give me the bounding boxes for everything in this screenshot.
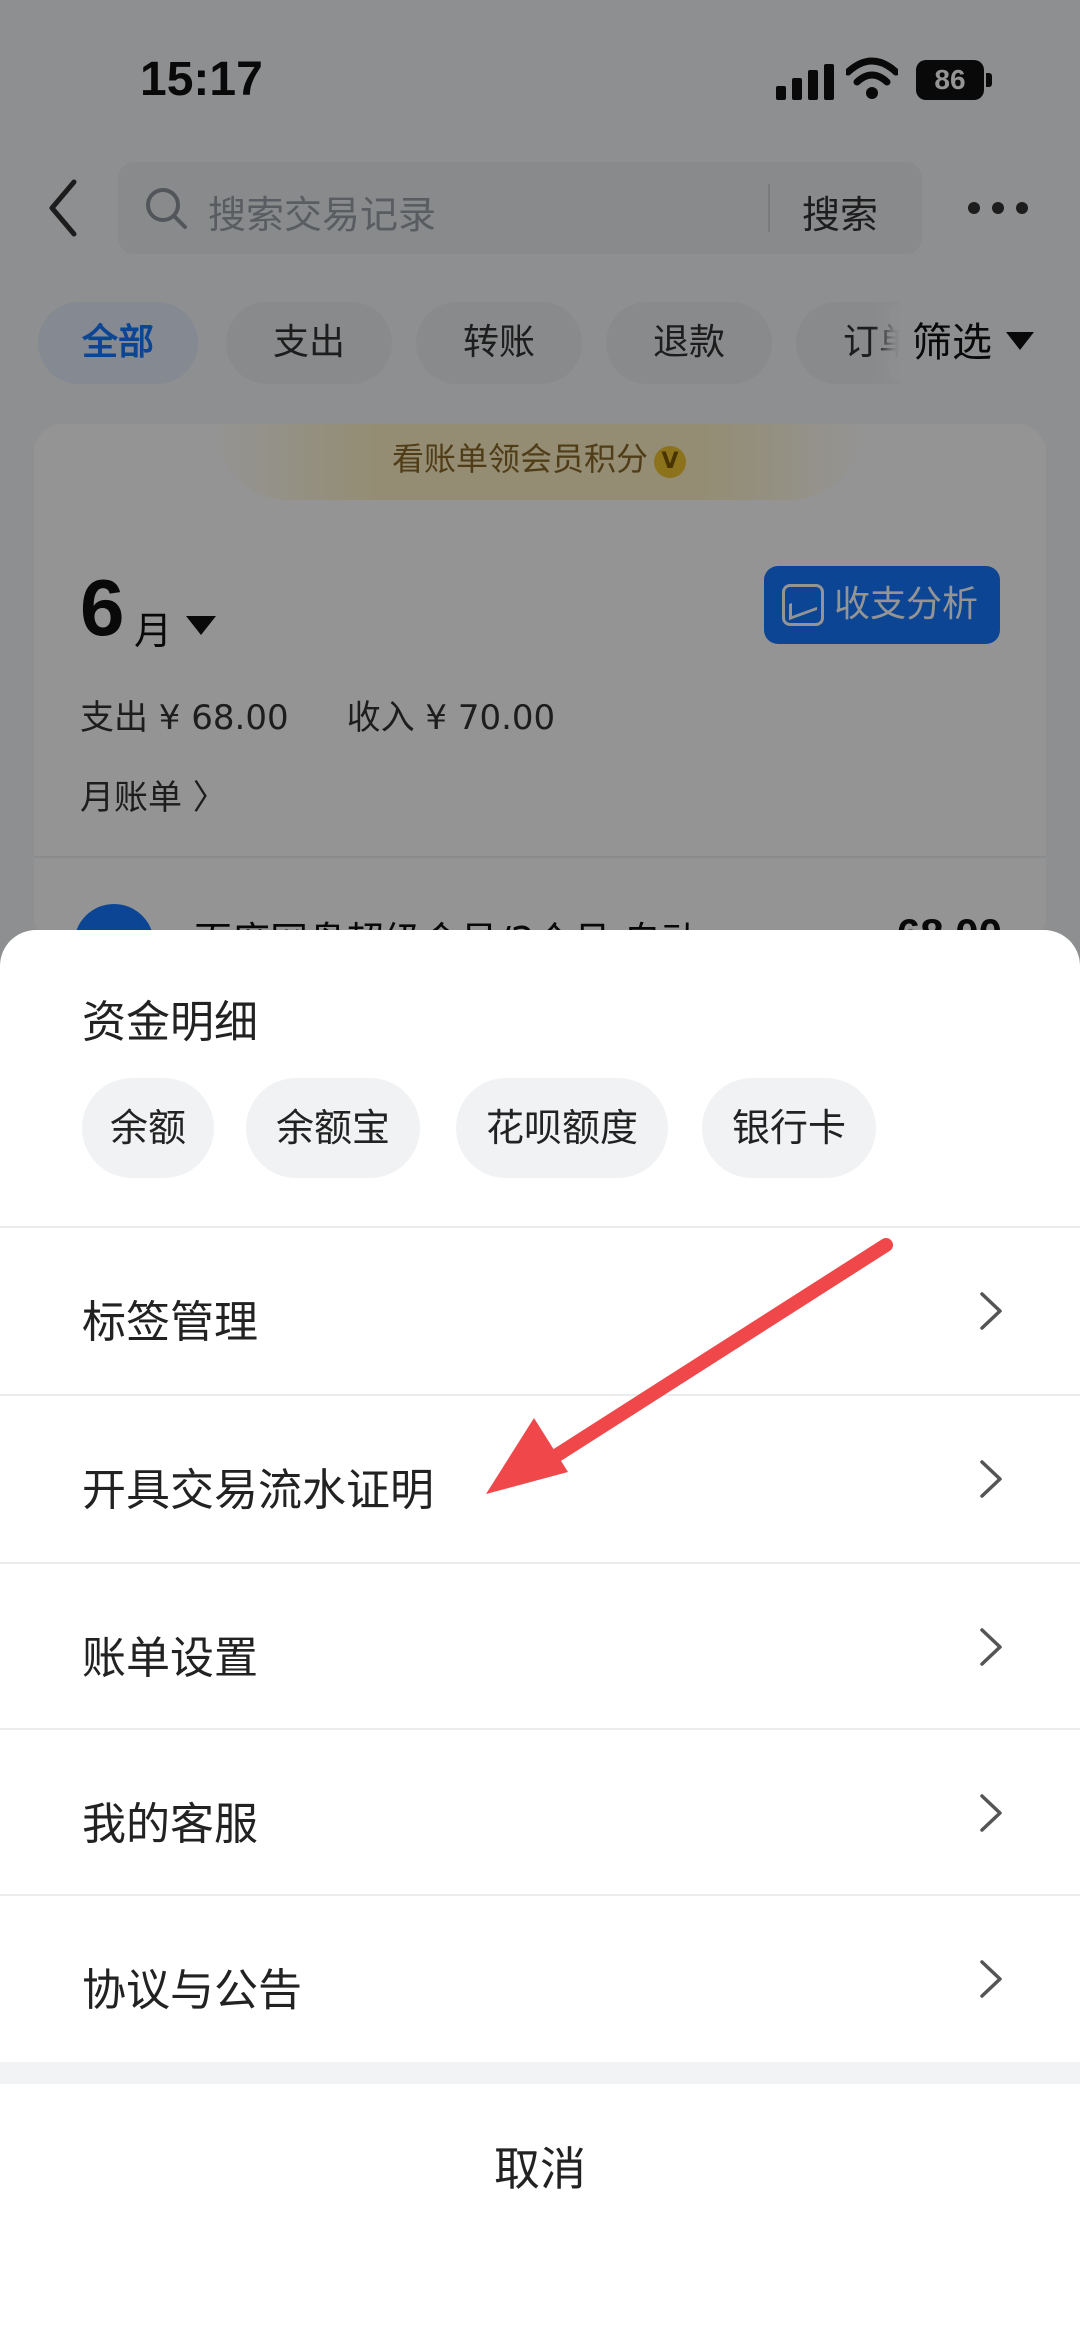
- menu-label: 我的客服: [82, 1799, 258, 1850]
- sheet-gap: [0, 2062, 1080, 2084]
- chip-bank-card[interactable]: 银行卡: [702, 1078, 876, 1178]
- menu-label: 开具交易流水证明: [82, 1465, 434, 1516]
- menu-item-agreements[interactable]: 协议与公告: [0, 1896, 1080, 2062]
- chip-balance[interactable]: 余额: [82, 1078, 214, 1178]
- sheet-title: 资金明细: [82, 997, 258, 1048]
- chip-huabei[interactable]: 花呗额度: [456, 1078, 668, 1178]
- menu-label: 标签管理: [82, 1297, 258, 1348]
- cancel-button[interactable]: 取消: [0, 2084, 1080, 2254]
- screen: 15:17 86 搜索交易记录 搜索 全部 支出 转账 退款 订单 筛选 看账单…: [0, 0, 1080, 2341]
- menu-item-transaction-certificate[interactable]: 开具交易流水证明: [0, 1396, 1080, 1562]
- chevron-right-icon: [980, 1794, 1002, 1832]
- chevron-right-icon: [980, 1628, 1002, 1666]
- menu-item-tag-management[interactable]: 标签管理: [0, 1228, 1080, 1394]
- action-sheet: 资金明细 余额 余额宝 花呗额度 银行卡 标签管理 开具交易流水证明 账单设置 …: [0, 930, 1080, 2341]
- chevron-right-icon: [980, 1460, 1002, 1498]
- menu-item-customer-service[interactable]: 我的客服: [0, 1730, 1080, 1896]
- chevron-right-icon: [980, 1292, 1002, 1330]
- chip-yuebao[interactable]: 余额宝: [246, 1078, 420, 1178]
- chevron-right-icon: [980, 1960, 1002, 1998]
- menu-label: 协议与公告: [82, 1965, 302, 2016]
- menu-item-bill-settings[interactable]: 账单设置: [0, 1564, 1080, 1730]
- menu-label: 账单设置: [82, 1633, 258, 1684]
